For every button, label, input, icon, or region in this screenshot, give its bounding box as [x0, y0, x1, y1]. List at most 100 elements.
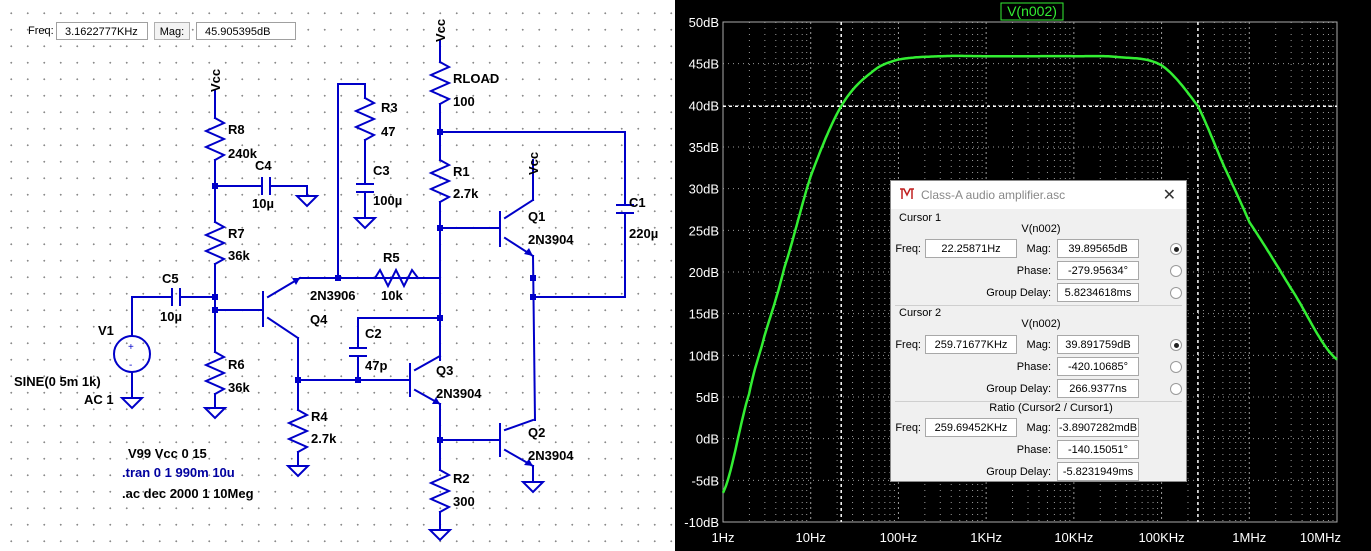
cursor2-mag-field[interactable]: 39.891759dB [1057, 335, 1139, 354]
cursor1-mag-radio[interactable] [1170, 243, 1182, 255]
x-tick-label: 10MHz [1300, 530, 1341, 545]
y-tick-label: 20dB [689, 265, 719, 280]
cursor1-phase-label: Phase: [1016, 265, 1051, 277]
ratio-freq-field[interactable]: 259.69452KHz [925, 418, 1017, 437]
y-axis-labels: 50dB 45dB 40dB 35dB 30dB 25dB 20dB 15dB 10dB 5dB 0… [684, 15, 719, 530]
close-icon[interactable]: ✕ [1163, 185, 1176, 205]
trace-label[interactable]: V(n002) [1007, 3, 1057, 19]
cursor2-phase-field[interactable]: -420.10685° [1057, 357, 1139, 376]
cursor1-trace: V(n002) [1021, 223, 1061, 235]
r3-value[interactable]: 47 [381, 124, 395, 139]
supply-directive[interactable]: V99 Vcc 0 15 [128, 446, 207, 461]
q2-model[interactable]: 2N3904 [528, 448, 574, 463]
ratio-gd-label: Group Delay: [986, 466, 1051, 478]
c2-value[interactable]: 47p [365, 358, 387, 373]
y-tick-label: 0dB [696, 432, 719, 447]
r1-value[interactable]: 2.7k [453, 186, 479, 201]
q3-model[interactable]: 2N3904 [436, 386, 482, 401]
v1-sine[interactable]: SINE(0 5m 1k) [14, 374, 101, 389]
cursor2-gd-label: Group Delay: [986, 383, 1051, 395]
y-tick-label: 25dB [689, 223, 719, 238]
q3-label[interactable]: Q3 [436, 363, 453, 378]
cursor1-phase-field[interactable]: -279.95634° [1057, 261, 1139, 280]
cursor1-mag-field[interactable]: 39.89565dB [1057, 239, 1139, 258]
ac-directive[interactable]: .ac dec 2000 1 10Meg [122, 486, 254, 501]
ltspice-app-icon [900, 188, 914, 199]
cursor1-freq-field[interactable]: 22.25871Hz [925, 239, 1017, 258]
c3-value[interactable]: 100µ [373, 193, 402, 208]
ratio-mag-field[interactable]: -3.8907282mdB [1057, 418, 1139, 437]
vcc-label: Vcc [208, 69, 223, 92]
r8-value[interactable]: 240k [228, 146, 258, 161]
c4-label[interactable]: C4 [255, 158, 272, 173]
ratio-heading: Ratio (Cursor2 / Cursor1) [989, 402, 1113, 414]
cursor2-heading: Cursor 2 [899, 307, 942, 319]
r7-value[interactable]: 36k [228, 248, 250, 263]
ratio-phase-field[interactable]: -140.15051° [1057, 440, 1139, 459]
x-tick-label: 100Hz [880, 530, 918, 545]
c2-label[interactable]: C2 [365, 326, 382, 341]
v1-ac[interactable]: AC 1 [84, 392, 114, 407]
cursor2-freq-field[interactable]: 259.71677KHz [925, 335, 1017, 354]
c5-label[interactable]: C5 [162, 271, 179, 286]
r6-value[interactable]: 36k [228, 380, 250, 395]
r2-label[interactable]: R2 [453, 471, 470, 486]
cursor1-gd-field[interactable]: 5.8234618ms [1057, 283, 1139, 302]
y-tick-label: 40dB [689, 98, 719, 113]
r6-label[interactable]: R6 [228, 357, 245, 372]
cursor1-gd-radio[interactable] [1170, 287, 1182, 299]
x-tick-label: 10Hz [796, 530, 826, 545]
q1-model[interactable]: 2N3904 [528, 232, 574, 247]
x-tick-label: 10KHz [1054, 530, 1093, 545]
y-tick-label: 5dB [696, 390, 719, 405]
cursor2-phase-label: Phase: [1016, 361, 1051, 373]
r5-value[interactable]: 10k [381, 288, 403, 303]
cursor1-phase-radio[interactable] [1170, 265, 1182, 277]
c4-value[interactable]: 10µ [252, 196, 274, 211]
y-tick-label: 35dB [689, 140, 719, 155]
x-tick-label: 1MHz [1232, 530, 1266, 545]
ratio-phase-label: Phase: [1016, 444, 1051, 456]
y-tick-label: 15dB [689, 307, 719, 322]
r4-label[interactable]: R4 [311, 409, 328, 424]
cursor2-phase-radio[interactable] [1170, 361, 1182, 373]
cursor1-freq-label: Freq: [895, 243, 921, 255]
cursor2-mag-radio[interactable] [1170, 339, 1182, 351]
c5-value[interactable]: 10µ [160, 309, 182, 324]
r1-label[interactable]: R1 [453, 164, 470, 179]
c3-label[interactable]: C3 [373, 163, 390, 178]
cursor2-gd-radio[interactable] [1170, 383, 1182, 395]
cursor2-gd-field[interactable]: 266.9377ns [1057, 379, 1139, 398]
rload-value[interactable]: 100 [453, 94, 475, 109]
tran-directive[interactable]: .tran 0 1 990m 10u [122, 465, 235, 480]
rload-label[interactable]: RLOAD [453, 71, 499, 86]
v1-label[interactable]: V1 [98, 323, 114, 338]
ratio-gd-field[interactable]: -5.8231949ms [1057, 462, 1139, 481]
r4-value[interactable]: 2.7k [311, 431, 337, 446]
y-tick-label: 10dB [689, 348, 719, 363]
c1-label[interactable]: C1 [629, 195, 646, 210]
r7-label[interactable]: R7 [228, 226, 245, 241]
schematic-drawing: + - Vcc Vcc Vcc R8 240k C4 10µ R7 36k C5… [14, 19, 658, 542]
y-tick-label: -5dB [692, 473, 719, 488]
dialog-titlebar[interactable]: Class-A audio amplifier.asc ✕ [891, 181, 1186, 209]
q4-model[interactable]: 2N3906 [310, 288, 356, 303]
r5-label[interactable]: R5 [383, 250, 400, 265]
q4-label[interactable]: Q4 [310, 312, 328, 327]
y-tick-label: 30dB [689, 182, 719, 197]
x-tick-label: 1KHz [970, 530, 1002, 545]
cursor-dialog[interactable]: Class-A audio amplifier.asc ✕ Cursor 1 V… [890, 180, 1187, 482]
cursor1-gd-label: Group Delay: [986, 287, 1051, 299]
r2-value[interactable]: 300 [453, 494, 475, 509]
q1-label[interactable]: Q1 [528, 209, 545, 224]
dialog-title: Class-A audio amplifier.asc [921, 188, 1066, 202]
svg-text:-: - [129, 360, 132, 371]
vcc-label: Vcc [433, 19, 448, 42]
q2-label[interactable]: Q2 [528, 425, 545, 440]
c1-value[interactable]: 220µ [629, 226, 658, 241]
r3-label[interactable]: R3 [381, 100, 398, 115]
y-tick-label: 50dB [689, 15, 719, 30]
y-tick-label: -10dB [684, 515, 719, 530]
r8-label[interactable]: R8 [228, 122, 245, 137]
schematic-editor[interactable]: Freq: 3.1622777KHz Mag: 45.905395dB + - … [0, 0, 675, 551]
